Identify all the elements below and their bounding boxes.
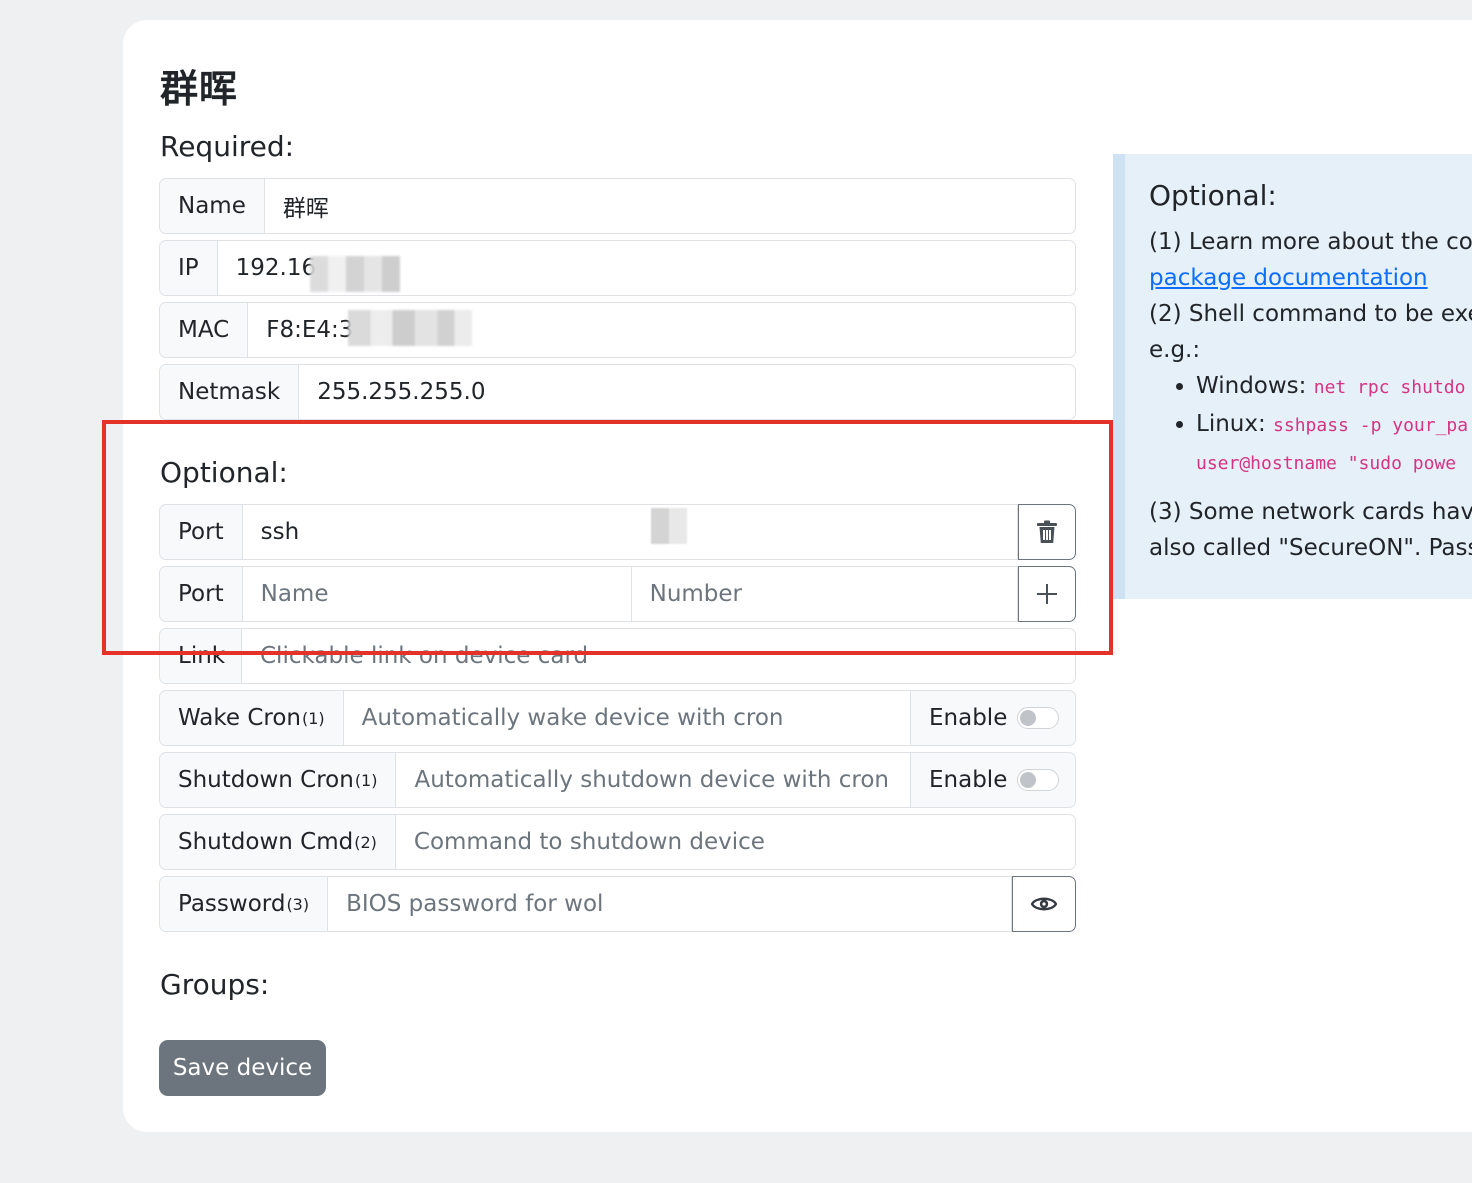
port-new-label: Port (159, 566, 243, 622)
wake-cron-input[interactable]: Automatically wake device with cron (343, 690, 911, 746)
wake-cron-toggle[interactable] (1017, 707, 1060, 729)
port-label: Port (159, 504, 243, 560)
port-name-field[interactable]: Name (242, 566, 632, 622)
info-heading: Optional: (1149, 179, 1277, 212)
shutdown-cron-label: Shutdown Cron (1) (159, 752, 397, 808)
shutdown-cron-input[interactable]: Automatically shutdown device with cron (396, 752, 911, 808)
show-password-button[interactable] (1012, 876, 1076, 932)
eye-icon (1031, 897, 1057, 911)
port-name-input[interactable]: ssh (242, 504, 1018, 560)
name-label: Name (159, 178, 265, 234)
page-title: 群晖 (160, 67, 239, 111)
shutdown-cron-enable: Enable (911, 752, 1076, 808)
ip-field-group: IP 192.16 (159, 240, 1076, 296)
password-label: Password (3) (159, 876, 329, 932)
optional-heading: Optional: (160, 456, 288, 489)
required-heading: Required: (160, 130, 295, 163)
redaction-blur (310, 256, 400, 292)
optional-info-panel: Optional: (1) Learn more about the corr … (1113, 154, 1472, 599)
shutdown-cron-group: Shutdown Cron (1) Automatically shutdown … (159, 752, 1076, 808)
port-new-group: Port Name Number (159, 566, 1076, 622)
info-note-3-line-1: (3) Some network cards have (1149, 499, 1472, 525)
info-note-3-line-2: also called "SecureON". Passw (1149, 535, 1472, 561)
add-port-button[interactable] (1018, 566, 1076, 622)
shutdown-cmd-group: Shutdown Cmd (2) Command to shutdown devi… (159, 814, 1076, 870)
wake-cron-label: Wake Cron (1) (159, 690, 344, 746)
info-note-2-eg: e.g.: (1149, 337, 1201, 363)
redaction-blur (651, 508, 687, 544)
shutdown-cron-enable-label: Enable (929, 767, 1008, 793)
linux-command: sshpass -p your_pa (1273, 415, 1469, 436)
mac-label: MAC (159, 302, 249, 358)
info-note-1: (1) Learn more about the corr (1149, 229, 1472, 255)
wake-cron-group: Wake Cron (1) Automatically wake device w… (159, 690, 1076, 746)
package-documentation-link[interactable]: package documentation (1149, 265, 1428, 291)
password-input[interactable]: BIOS password for wol (328, 876, 1012, 932)
ip-label: IP (159, 240, 218, 296)
wake-cron-enable-label: Enable (929, 705, 1008, 731)
shutdown-cmd-input[interactable]: Command to shutdown device (395, 814, 1076, 870)
shutdown-cmd-label: Shutdown Cmd (2) (159, 814, 396, 870)
groups-heading: Groups: (160, 968, 270, 1001)
password-group: Password (3) BIOS password for wol (159, 876, 1076, 932)
name-input[interactable]: 群晖 (264, 178, 1076, 234)
linux-example: Linux: sshpass -p your_pa (1196, 406, 1472, 444)
netmask-field-group: Netmask 255.255.255.0 (159, 364, 1076, 420)
info-note-2: (2) Shell command to be exec (1149, 301, 1472, 327)
mac-field-group: MAC F8:E4:3 (159, 302, 1076, 358)
link-field-group: Link Clickable link on device card (159, 628, 1076, 684)
linux-command-continued: user@hostname "sudo powe (1196, 453, 1457, 474)
command-examples-list: Windows: net rpc shutdo Linux: sshpass -… (1149, 368, 1472, 444)
redaction-blur (348, 310, 472, 346)
wake-cron-enable: Enable (911, 690, 1076, 746)
windows-command: net rpc shutdo (1313, 377, 1466, 398)
save-device-button[interactable]: Save device (159, 1040, 326, 1096)
port-existing-group: Port ssh (159, 504, 1076, 560)
netmask-input[interactable]: 255.255.255.0 (299, 364, 1076, 420)
name-field-group: Name 群晖 (159, 178, 1076, 234)
plus-icon (1037, 584, 1057, 604)
link-label: Link (159, 628, 242, 684)
delete-port-button[interactable] (1018, 504, 1076, 560)
netmask-label: Netmask (159, 364, 300, 420)
windows-example: Windows: net rpc shutdo (1196, 368, 1472, 406)
port-number-field[interactable]: Number (631, 566, 1018, 622)
trash-icon (1037, 520, 1057, 543)
shutdown-cron-toggle[interactable] (1017, 769, 1060, 791)
link-input[interactable]: Clickable link on device card (242, 628, 1076, 684)
